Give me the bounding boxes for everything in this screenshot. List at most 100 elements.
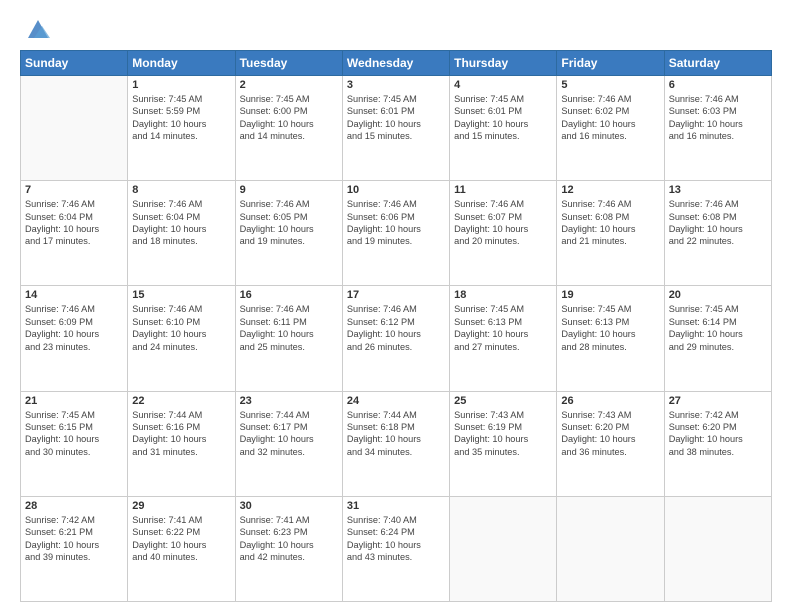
calendar-cell: 26 Sunrise: 7:43 AM Sunset: 6:20 PM Dayli…	[557, 391, 664, 496]
day-number: 20	[669, 289, 767, 301]
day-number: 24	[347, 395, 445, 407]
calendar-cell	[21, 76, 128, 181]
calendar-cell: 17 Sunrise: 7:46 AM Sunset: 6:12 PM Dayli…	[342, 286, 449, 391]
calendar-cell: 21Sunrise: 7:45 AM Sunset: 6:15 PM Dayli…	[21, 391, 128, 496]
day-info: Sunrise: 7:44 AM Sunset: 6:17 PM Dayligh…	[240, 409, 338, 459]
calendar-cell: 6 Sunrise: 7:46 AM Sunset: 6:03 PM Daylig…	[664, 76, 771, 181]
day-number: 15	[132, 289, 230, 301]
logo-icon	[24, 14, 52, 42]
day-info: Sunrise: 7:46 AM Sunset: 6:03 PM Dayligh…	[669, 93, 767, 143]
col-header-thursday: Thursday	[450, 51, 557, 76]
calendar-cell: 20 Sunrise: 7:45 AM Sunset: 6:14 PM Dayli…	[664, 286, 771, 391]
day-number: 14	[25, 289, 123, 301]
day-number: 13	[669, 184, 767, 196]
calendar-cell: 9 Sunrise: 7:46 AM Sunset: 6:05 PM Daylig…	[235, 181, 342, 286]
calendar-cell	[450, 496, 557, 601]
calendar-cell: 29 Sunrise: 7:41 AM Sunset: 6:22 PM Dayli…	[128, 496, 235, 601]
day-number: 28	[25, 500, 123, 512]
day-number: 31	[347, 500, 445, 512]
day-info: Sunrise: 7:46 AM Sunset: 6:11 PM Dayligh…	[240, 303, 338, 353]
calendar-week-row: 28Sunrise: 7:42 AM Sunset: 6:21 PM Dayli…	[21, 496, 772, 601]
col-header-tuesday: Tuesday	[235, 51, 342, 76]
day-number: 7	[25, 184, 123, 196]
calendar-cell: 12 Sunrise: 7:46 AM Sunset: 6:08 PM Dayli…	[557, 181, 664, 286]
calendar-week-row: 21Sunrise: 7:45 AM Sunset: 6:15 PM Dayli…	[21, 391, 772, 496]
day-number: 26	[561, 395, 659, 407]
day-info: Sunrise: 7:46 AM Sunset: 6:10 PM Dayligh…	[132, 303, 230, 353]
day-info: Sunrise: 7:45 AM Sunset: 5:59 PM Dayligh…	[132, 93, 230, 143]
calendar-cell: 2 Sunrise: 7:45 AM Sunset: 6:00 PM Daylig…	[235, 76, 342, 181]
day-number: 21	[25, 395, 123, 407]
day-info: Sunrise: 7:46 AM Sunset: 6:08 PM Dayligh…	[561, 198, 659, 248]
day-number: 18	[454, 289, 552, 301]
day-info: Sunrise: 7:46 AM Sunset: 6:09 PM Dayligh…	[25, 303, 123, 353]
day-number: 25	[454, 395, 552, 407]
calendar-cell: 25Sunrise: 7:43 AM Sunset: 6:19 PM Dayli…	[450, 391, 557, 496]
page: SundayMondayTuesdayWednesdayThursdayFrid…	[0, 0, 792, 612]
calendar-cell: 3Sunrise: 7:45 AM Sunset: 6:01 PM Daylig…	[342, 76, 449, 181]
day-info: Sunrise: 7:46 AM Sunset: 6:07 PM Dayligh…	[454, 198, 552, 248]
day-number: 16	[240, 289, 338, 301]
day-number: 19	[561, 289, 659, 301]
calendar-cell: 14 Sunrise: 7:46 AM Sunset: 6:09 PM Dayli…	[21, 286, 128, 391]
day-number: 6	[669, 79, 767, 91]
calendar-cell: 18 Sunrise: 7:45 AM Sunset: 6:13 PM Dayli…	[450, 286, 557, 391]
day-number: 5	[561, 79, 659, 91]
calendar-week-row: 1Sunrise: 7:45 AM Sunset: 5:59 PM Daylig…	[21, 76, 772, 181]
day-info: Sunrise: 7:45 AM Sunset: 6:13 PM Dayligh…	[561, 303, 659, 353]
calendar-cell: 11 Sunrise: 7:46 AM Sunset: 6:07 PM Dayli…	[450, 181, 557, 286]
calendar-cell: 13 Sunrise: 7:46 AM Sunset: 6:08 PM Dayli…	[664, 181, 771, 286]
day-info: Sunrise: 7:46 AM Sunset: 6:08 PM Dayligh…	[669, 198, 767, 248]
day-info: Sunrise: 7:41 AM Sunset: 6:23 PM Dayligh…	[240, 514, 338, 564]
day-info: Sunrise: 7:45 AM Sunset: 6:00 PM Dayligh…	[240, 93, 338, 143]
day-number: 29	[132, 500, 230, 512]
day-number: 30	[240, 500, 338, 512]
day-number: 9	[240, 184, 338, 196]
day-info: Sunrise: 7:46 AM Sunset: 6:02 PM Dayligh…	[561, 93, 659, 143]
calendar-cell: 27 Sunrise: 7:42 AM Sunset: 6:20 PM Dayli…	[664, 391, 771, 496]
calendar-cell: 22Sunrise: 7:44 AM Sunset: 6:16 PM Dayli…	[128, 391, 235, 496]
calendar-table: SundayMondayTuesdayWednesdayThursdayFrid…	[20, 50, 772, 602]
col-header-friday: Friday	[557, 51, 664, 76]
calendar-week-row: 14 Sunrise: 7:46 AM Sunset: 6:09 PM Dayli…	[21, 286, 772, 391]
day-number: 23	[240, 395, 338, 407]
calendar-cell: 4 Sunrise: 7:45 AM Sunset: 6:01 PM Daylig…	[450, 76, 557, 181]
calendar-cell: 19 Sunrise: 7:45 AM Sunset: 6:13 PM Dayli…	[557, 286, 664, 391]
day-info: Sunrise: 7:40 AM Sunset: 6:24 PM Dayligh…	[347, 514, 445, 564]
day-info: Sunrise: 7:43 AM Sunset: 6:20 PM Dayligh…	[561, 409, 659, 459]
day-info: Sunrise: 7:46 AM Sunset: 6:12 PM Dayligh…	[347, 303, 445, 353]
header	[20, 18, 772, 42]
col-header-saturday: Saturday	[664, 51, 771, 76]
day-number: 11	[454, 184, 552, 196]
calendar-cell: 5 Sunrise: 7:46 AM Sunset: 6:02 PM Daylig…	[557, 76, 664, 181]
calendar-cell: 10 Sunrise: 7:46 AM Sunset: 6:06 PM Dayli…	[342, 181, 449, 286]
calendar-cell: 30 Sunrise: 7:41 AM Sunset: 6:23 PM Dayli…	[235, 496, 342, 601]
calendar-cell	[664, 496, 771, 601]
day-info: Sunrise: 7:45 AM Sunset: 6:13 PM Dayligh…	[454, 303, 552, 353]
day-info: Sunrise: 7:46 AM Sunset: 6:04 PM Dayligh…	[25, 198, 123, 248]
calendar-week-row: 7 Sunrise: 7:46 AM Sunset: 6:04 PM Daylig…	[21, 181, 772, 286]
calendar-cell: 23 Sunrise: 7:44 AM Sunset: 6:17 PM Dayli…	[235, 391, 342, 496]
day-number: 27	[669, 395, 767, 407]
col-header-monday: Monday	[128, 51, 235, 76]
day-number: 4	[454, 79, 552, 91]
day-number: 2	[240, 79, 338, 91]
day-number: 17	[347, 289, 445, 301]
day-info: Sunrise: 7:44 AM Sunset: 6:16 PM Dayligh…	[132, 409, 230, 459]
day-info: Sunrise: 7:46 AM Sunset: 6:05 PM Dayligh…	[240, 198, 338, 248]
logo	[20, 18, 52, 42]
day-info: Sunrise: 7:41 AM Sunset: 6:22 PM Dayligh…	[132, 514, 230, 564]
day-number: 8	[132, 184, 230, 196]
day-info: Sunrise: 7:42 AM Sunset: 6:20 PM Dayligh…	[669, 409, 767, 459]
calendar-cell: 16 Sunrise: 7:46 AM Sunset: 6:11 PM Dayli…	[235, 286, 342, 391]
calendar-header-row: SundayMondayTuesdayWednesdayThursdayFrid…	[21, 51, 772, 76]
day-info: Sunrise: 7:45 AM Sunset: 6:01 PM Dayligh…	[454, 93, 552, 143]
day-number: 12	[561, 184, 659, 196]
calendar-cell: 1Sunrise: 7:45 AM Sunset: 5:59 PM Daylig…	[128, 76, 235, 181]
day-info: Sunrise: 7:45 AM Sunset: 6:14 PM Dayligh…	[669, 303, 767, 353]
day-info: Sunrise: 7:45 AM Sunset: 6:01 PM Dayligh…	[347, 93, 445, 143]
day-info: Sunrise: 7:46 AM Sunset: 6:06 PM Dayligh…	[347, 198, 445, 248]
calendar-cell: 24Sunrise: 7:44 AM Sunset: 6:18 PM Dayli…	[342, 391, 449, 496]
day-number: 10	[347, 184, 445, 196]
calendar-cell: 31 Sunrise: 7:40 AM Sunset: 6:24 PM Dayli…	[342, 496, 449, 601]
